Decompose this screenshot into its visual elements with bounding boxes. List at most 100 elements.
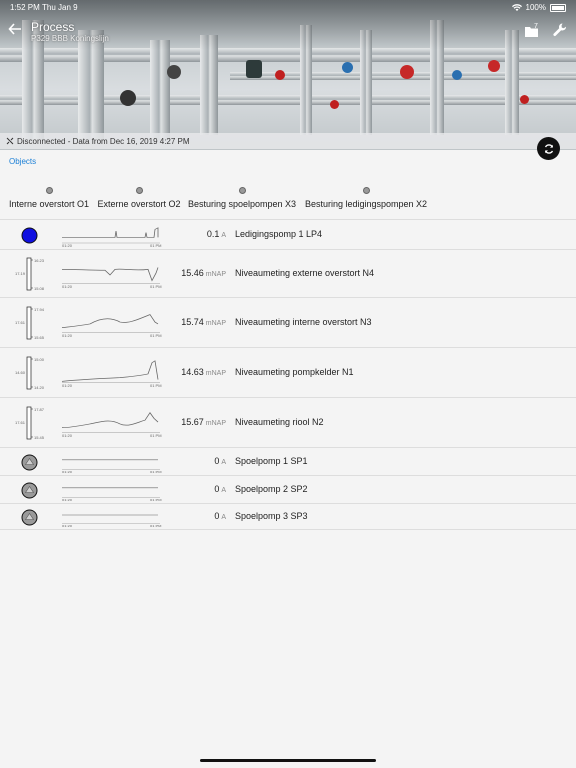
pump-stopped-icon [21,482,38,504]
trend-sparkline[interactable]: 01:20 01 PM [60,451,162,478]
header-photo [0,0,576,150]
column-besturing-spoelpompen[interactable]: Besturing spoelpompen X3 [186,187,298,209]
value-unit: mNAP [205,420,226,427]
value-number: 15.74 [181,317,204,327]
sparkline-start-label: 01:20 [62,384,72,387]
list-item[interactable]: 01:20 01 PM 0.1 A Ledigingspomp 1 LP4 [0,220,576,250]
wifi-icon [511,3,522,11]
object-name: Ledigingspomp 1 LP4 [235,229,323,239]
sparkline-start-label: 01:20 [62,434,72,437]
sparkline-start-label: 01:20 [62,285,72,288]
trend-sparkline[interactable]: 01:20 01 PM [60,479,162,506]
gauge-max-label: 16.23 [34,258,45,263]
gauge-min-label: 15.65 [34,335,45,340]
sparkline-start-label: 01:20 [62,525,72,527]
gauge-max-label: 17.94 [34,307,45,312]
column-label: Externe overstort O2 [97,199,181,209]
sparkline-start-label: 01:20 [62,470,72,473]
sparkline-end-label: 01 PM [150,498,162,501]
column-label: Besturing spoelpompen X3 [187,199,297,209]
gauge-current-label: 14.60 [15,370,26,375]
level-gauge: 17.94 15.65 17.61 [10,306,50,345]
back-button[interactable] [8,22,26,40]
pump-running-icon [21,227,38,249]
arrow-left-icon [8,23,21,35]
status-time: 1:52 PM [10,3,40,12]
trend-sparkline[interactable]: 01:20 01 PM [60,223,162,252]
status-date: Thu Jan 9 [42,3,78,12]
level-gauge: 17.87 15.45 17.61 [10,406,50,445]
trend-sparkline[interactable]: 01:20 01 PM [60,260,162,293]
value-number: 15.46 [181,268,204,278]
notification-badge: 7 [534,23,538,30]
sparkline-end-label: 01 PM [150,434,162,437]
sparkline-end-label: 01 PM [150,285,162,288]
trend-sparkline[interactable]: 01:20 01 PM [60,309,162,342]
gauge-current-label: 17.19 [15,271,26,276]
status-dot-icon [135,187,143,194]
object-name: Niveaumeting pompkelder N1 [235,367,354,377]
list-item[interactable]: 01:20 01 PM 0 A Spoelpomp 2 SP2 [0,476,576,504]
value-number: 0 [214,484,220,494]
list-item[interactable]: 01:20 01 PM 0 A Spoelpomp 1 SP1 [0,448,576,476]
refresh-button[interactable] [537,137,560,160]
measurement-value: 14.63 mNAP [181,367,226,377]
measurement-value: 0.1 A [207,229,226,239]
sparkline-end-label: 01 PM [150,525,162,527]
connection-status-text: Disconnected - Data from Dec 16, 2019 4:… [17,137,190,146]
trend-sparkline[interactable]: 01:20 01 PM [60,409,162,442]
page-subtitle: P329 BBB Koningslijn [31,34,109,43]
value-unit: A [221,514,226,521]
measurement-value: 0A [214,511,226,521]
home-indicator [200,759,376,762]
value-unit: mNAP [205,271,226,278]
column-interne-overstort[interactable]: Interne overstort O1 [6,187,92,209]
trend-sparkline[interactable]: 01:20 01 PM [60,359,162,392]
object-name: Spoelpomp 2 SP2 [235,484,308,494]
sparkline-start-label: 01:20 [62,244,72,247]
settings-button[interactable] [553,23,567,42]
value-number: 0.1 [206,229,220,239]
sync-icon [544,143,553,154]
level-gauge: 15.00 14.20 14.60 [10,356,50,395]
value-number: 15.67 [181,417,204,427]
level-gauge: 16.23 15.08 17.19 [10,257,50,296]
list-item[interactable]: 15.00 14.20 14.60 01:20 01 PM 14.63 mNAP Nivea… [0,348,576,398]
gauge-min-label: 15.08 [34,286,45,291]
page-title: Process [31,20,75,34]
object-name: Niveaumeting interne overstort N3 [235,317,372,327]
sparkline-end-label: 01 PM [150,334,162,337]
sparkline-end-label: 01 PM [150,470,162,473]
value-unit: mNAP [205,320,226,327]
column-label: Interne overstort O1 [8,199,90,209]
object-name: Niveaumeting riool N2 [235,417,324,427]
sparkline-start-label: 01:20 [62,498,72,501]
object-name: Spoelpomp 3 SP3 [235,511,308,521]
column-besturing-ledigingspompen[interactable]: Besturing ledigingspompen X2 [302,187,430,209]
sparkline-start-label: 01:20 [62,334,72,337]
status-dot-icon [45,187,53,194]
sparkline-end-label: 01 PM [150,244,162,247]
value-unit: mNAP [205,370,226,377]
measurement-value: 15.67 mNAP [181,417,226,427]
value-number: 0 [214,511,220,521]
object-name: Spoelpomp 1 SP1 [235,456,308,466]
list-item[interactable]: 17.87 15.45 17.61 01:20 01 PM 15.67 mNAP Nivea… [0,398,576,448]
measurement-value: 0A [214,456,226,466]
list-item[interactable]: 01:20 01 PM 0 A Spoelpomp 3 SP3 [0,504,576,530]
status-dot-icon [362,187,370,194]
battery-percent: 100% [525,3,546,12]
object-name: Niveaumeting externe overstort N4 [235,268,375,278]
column-externe-overstort[interactable]: Externe overstort O2 [96,187,182,209]
gauge-max-label: 17.87 [34,407,45,412]
value-unit: A [221,487,226,494]
value-unit: A [221,459,226,466]
objects-link[interactable]: Objects [9,157,36,166]
gauge-min-label: 14.20 [34,385,45,390]
list-item[interactable]: 16.23 15.08 17.19 01:20 01 PM 15.46 mNAP Nivea… [0,250,576,298]
status-dot-icon [238,187,246,194]
list-item[interactable]: 17.94 15.65 17.61 01:20 01 PM 15.74 mNAP Nivea… [0,298,576,348]
status-bar: 1:52 PM Thu Jan 9 100% [0,0,576,14]
measurement-value: 0A [214,484,226,494]
sparkline-end-label: 01 PM [150,384,162,387]
